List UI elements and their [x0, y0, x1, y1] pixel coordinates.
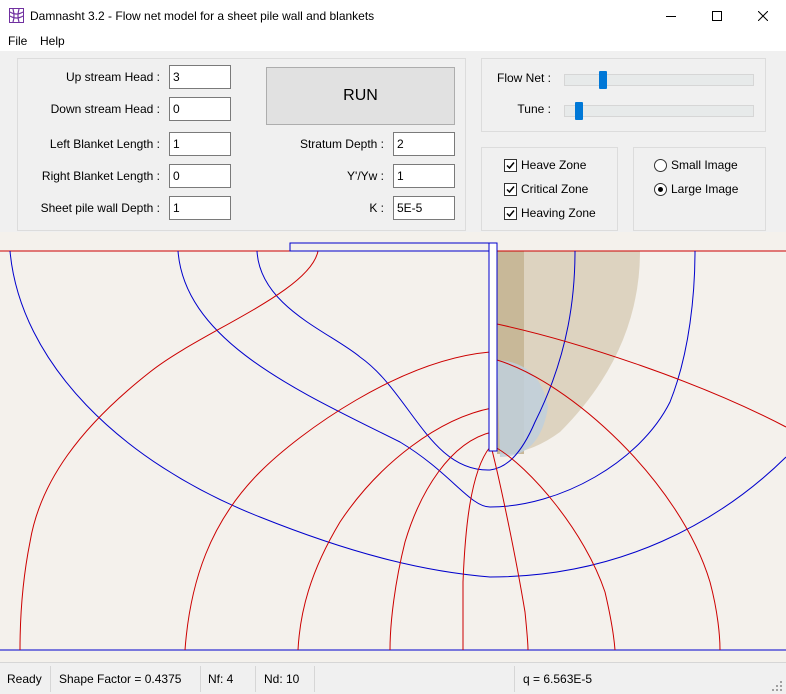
menu-help[interactable]: Help [40, 34, 65, 48]
left-blanket-label: Left Blanket Length : [49, 137, 160, 151]
right-blanket-input[interactable] [169, 164, 231, 188]
close-button[interactable] [740, 0, 786, 31]
status-bar: Ready Shape Factor = 0.4375 Nf: 4 Nd: 10… [0, 662, 786, 694]
large-image-radio[interactable]: Large Image [654, 182, 738, 196]
flow-net-label: Flow Net : [496, 71, 551, 85]
sheet-pile-depth-input[interactable] [169, 196, 231, 220]
checkbox-icon [504, 206, 517, 220]
flow-lines [9, 250, 786, 578]
left-blanket-input[interactable] [169, 132, 231, 156]
critical-zone-checkbox[interactable]: Critical Zone [504, 182, 588, 196]
equipotential-lines [19, 250, 786, 651]
check-icon [506, 185, 515, 193]
heaving-zone-label: Heaving Zone [521, 206, 596, 220]
window-title: Damnasht 3.2 - Flow net model for a shee… [30, 9, 375, 23]
minimize-button[interactable] [648, 0, 694, 31]
status-separator [50, 666, 51, 692]
status-separator [514, 666, 515, 692]
status-state: Ready [7, 672, 42, 686]
tune-slider[interactable] [564, 105, 754, 117]
sheet-pile-wall [488, 242, 498, 452]
stratum-depth-label: Stratum Depth : [299, 137, 384, 151]
status-separator [200, 666, 201, 692]
minimize-icon [666, 15, 676, 17]
tune-slider-thumb[interactable] [574, 102, 583, 120]
k-label: K : [369, 201, 384, 215]
maximize-icon [712, 10, 722, 21]
checkbox-icon [504, 182, 517, 196]
title-bar: Damnasht 3.2 - Flow net model for a shee… [0, 0, 786, 31]
upstream-head-input[interactable] [169, 65, 231, 89]
small-image-radio[interactable]: Small Image [654, 158, 738, 172]
small-image-label: Small Image [671, 158, 738, 172]
downstream-head-label: Down stream Head : [50, 102, 160, 116]
status-shape-factor: Shape Factor = 0.4375 [59, 672, 182, 686]
large-image-label: Large Image [671, 182, 739, 196]
left-blanket [289, 242, 498, 252]
gamma-ratio-input[interactable] [393, 164, 455, 188]
k-input[interactable] [393, 196, 455, 220]
sliders-group [481, 58, 766, 132]
checkbox-icon [504, 158, 517, 172]
radio-selected-icon [654, 182, 667, 196]
close-icon [758, 10, 768, 21]
menu-bar: File Help [0, 31, 786, 51]
status-separator [314, 666, 315, 692]
critical-zone-label: Critical Zone [521, 182, 589, 196]
heave-zone-label: Heave Zone [521, 158, 587, 172]
heave-zone-checkbox[interactable]: Heave Zone [504, 158, 586, 172]
menu-file[interactable]: File [8, 34, 27, 48]
tune-label: Tune : [517, 102, 551, 116]
status-q: q = 6.563E-5 [523, 672, 593, 686]
upstream-head-label: Up stream Head : [65, 70, 160, 84]
gamma-ratio-label: Y'/Yw : [347, 169, 384, 183]
heaving-zone-checkbox[interactable]: Heaving Zone [504, 206, 596, 220]
flow-net-drawing [0, 242, 786, 651]
maximize-button[interactable] [694, 0, 740, 31]
check-icon [506, 209, 515, 217]
sheet-pile-depth-label: Sheet pile wall Depth : [40, 201, 160, 215]
status-nf: Nf: 4 [208, 672, 234, 686]
flow-net-slider[interactable] [564, 74, 754, 86]
stratum-depth-input[interactable] [393, 132, 455, 156]
status-separator [255, 666, 256, 692]
check-icon [506, 161, 515, 169]
resize-grip-icon[interactable] [772, 681, 782, 691]
run-button[interactable]: RUN [266, 67, 455, 125]
status-nd: Nd: 10 [264, 672, 300, 686]
flow-net-slider-thumb[interactable] [598, 71, 607, 89]
downstream-head-input[interactable] [169, 97, 231, 121]
app-icon [9, 8, 24, 23]
flow-net-canvas [0, 232, 786, 662]
radio-icon [654, 158, 667, 172]
right-blanket-label: Right Blanket Length : [41, 169, 160, 183]
